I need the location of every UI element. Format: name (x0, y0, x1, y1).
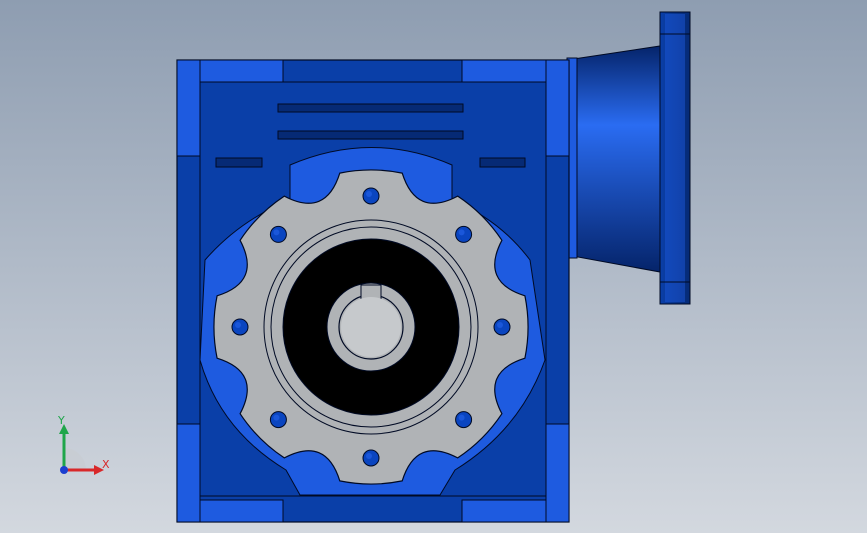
bolt-hole-highlight (366, 191, 372, 197)
triad-arc (64, 448, 86, 470)
bolt-hole-highlight (366, 453, 372, 459)
bore-inner-face (341, 297, 401, 357)
bolt-hole-highlight (235, 322, 241, 328)
z-axis-dot (60, 466, 68, 474)
axis-triad: Y X (50, 412, 120, 482)
side-boss (176, 423, 201, 523)
housing-slot (479, 157, 526, 168)
bolt-hole-highlight (497, 322, 503, 328)
motor-flange-highlight (665, 14, 685, 302)
bolt-hole-highlight (273, 414, 280, 421)
y-axis-label: Y (58, 414, 65, 427)
housing-slot (277, 103, 464, 113)
bolt-hole-highlight (273, 229, 280, 236)
adapter-cone (566, 45, 661, 273)
side-boss (545, 59, 570, 157)
bolt-hole-highlight (458, 229, 465, 236)
output-bore (282, 238, 460, 416)
3d-graphics-viewport[interactable]: Y X (0, 0, 867, 533)
housing-slot (277, 130, 464, 140)
side-boss (176, 59, 201, 157)
housing-slot (215, 157, 263, 168)
gearbox-model-view[interactable] (0, 0, 867, 533)
x-axis-label: X (102, 458, 110, 471)
keyway (360, 284, 382, 300)
bolt-hole-highlight (458, 414, 465, 421)
side-boss (545, 423, 570, 523)
